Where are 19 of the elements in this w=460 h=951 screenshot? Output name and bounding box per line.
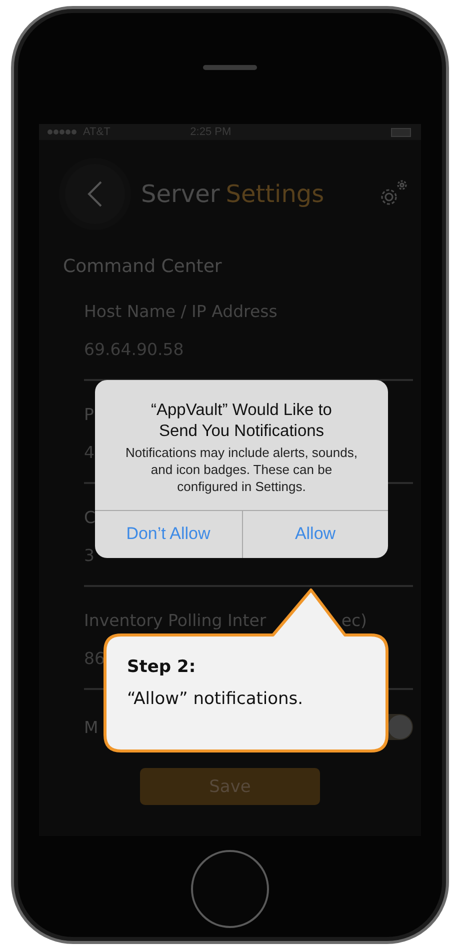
signal-icon bbox=[47, 129, 77, 135]
field-label: ec) bbox=[341, 611, 367, 630]
title-text: Server bbox=[141, 180, 220, 208]
field-label: C bbox=[84, 508, 96, 527]
toggle-label: M bbox=[84, 718, 98, 736]
dialog-button[interactable]: Allow bbox=[242, 510, 388, 558]
field-label: Inventory Polling Inter bbox=[84, 611, 266, 630]
dialog-title: “AppVault” Would Like to Send You Notifications bbox=[150, 400, 333, 442]
section-heading: Command Center bbox=[63, 256, 223, 278]
dialog-message: Notifications may include alerts, sounds, and icon badges. These can be configured in Settings. bbox=[124, 444, 358, 496]
field-label: Host Name / IP Address bbox=[84, 302, 278, 321]
chevron-left-icon bbox=[87, 180, 103, 208]
callout-text: “Allow” notifications. bbox=[127, 689, 304, 709]
dialog-button[interactable]: Don’t Allow bbox=[95, 510, 242, 558]
callout-heading: Step 2: bbox=[127, 657, 197, 677]
title-highlight-text: Settings bbox=[226, 180, 324, 208]
speaker-grille bbox=[203, 65, 257, 70]
field-label: P bbox=[84, 405, 94, 424]
battery-icon bbox=[391, 128, 413, 136]
